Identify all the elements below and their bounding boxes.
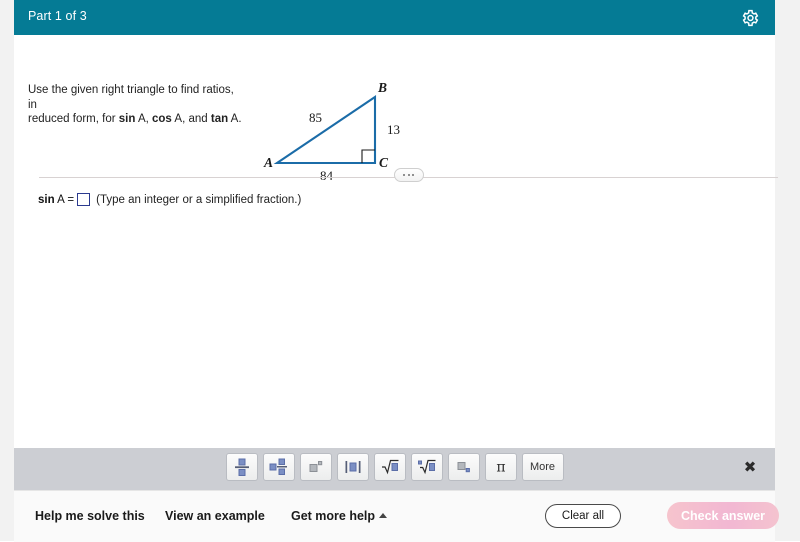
svg-text:π: π <box>496 460 505 476</box>
more-button[interactable]: More <box>521 453 564 481</box>
page-title: Part 1 of 3 <box>28 9 87 23</box>
triangle-side-ab-length: 85 <box>309 110 322 125</box>
divider-expand-button[interactable] <box>393 168 424 182</box>
triangle-vertex-b: B <box>378 80 388 95</box>
exercise-footer: Help me solve this View an example Get m… <box>14 490 779 542</box>
answer-label-bold: sin <box>38 193 55 206</box>
check-answer-button[interactable]: Check answer <box>667 502 779 529</box>
exercise-content: Use the given right triangle to find rat… <box>14 35 778 448</box>
answer-row: sin A = (Type an integer or a simplified… <box>38 193 301 206</box>
sin-a-answer-input[interactable] <box>77 193 91 206</box>
get-more-help-link[interactable]: Get more help <box>291 509 388 523</box>
question-prompt: Use the given right triangle to find rat… <box>28 83 243 127</box>
answer-hint: (Type an integer or a simplified fractio… <box>96 193 302 206</box>
answer-label-rest: A = <box>54 193 75 206</box>
question-mid3: A. <box>228 113 242 125</box>
caret-up-icon <box>379 513 388 518</box>
view-an-example-link[interactable]: View an example <box>165 509 265 523</box>
nth-root-icon[interactable] <box>410 453 443 481</box>
section-divider <box>28 168 789 186</box>
exercise-page: Part 1 of 3 Use the given right triangle… <box>0 0 800 542</box>
dot-1 <box>403 174 405 176</box>
triangle-side-bc-length: 13 <box>387 122 400 137</box>
question-line1: Use the given right triangle to find rat… <box>28 84 234 111</box>
right-triangle-figure: A B C 85 13 84 <box>247 40 427 183</box>
question-bold-tan: tan <box>210 113 229 125</box>
square-root-icon[interactable] <box>373 453 406 481</box>
dot-3 <box>412 174 414 176</box>
triangle-svg <box>273 95 377 165</box>
question-bold-sin: sin <box>118 113 136 125</box>
math-palette-bar: π More ✖ <box>14 448 775 490</box>
clear-all-button[interactable]: Clear all <box>545 504 621 528</box>
exercise-header: Part 1 of 3 <box>14 0 775 35</box>
math-palette: π More <box>225 453 564 481</box>
question-mid1: A, <box>135 113 153 125</box>
question-bold-cos: cos <box>152 113 172 125</box>
fraction-icon[interactable] <box>225 453 258 481</box>
question-line2-pre: reduced form, for <box>28 113 119 125</box>
answer-label: sin A = <box>38 194 74 206</box>
help-me-solve-this-link[interactable]: Help me solve this <box>35 509 145 523</box>
close-icon[interactable]: ✖ <box>742 460 758 476</box>
exponent-icon[interactable] <box>299 453 332 481</box>
dot-2 <box>407 174 410 176</box>
subscript-icon[interactable] <box>447 453 480 481</box>
gear-icon[interactable] <box>738 7 760 29</box>
mixed-number-icon[interactable] <box>262 453 295 481</box>
absolute-value-icon[interactable] <box>336 453 369 481</box>
get-more-help-label: Get more help <box>291 509 376 523</box>
question-mid2: A, and <box>171 113 211 125</box>
pi-icon[interactable]: π <box>484 453 517 481</box>
